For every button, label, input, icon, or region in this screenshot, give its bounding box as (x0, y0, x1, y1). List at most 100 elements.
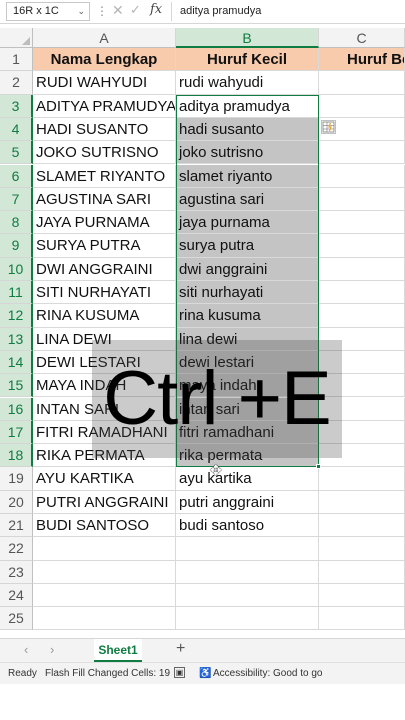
cell-c[interactable] (319, 211, 405, 235)
row-header[interactable]: 25 (0, 607, 33, 631)
cell-b[interactable]: budi santoso (176, 514, 319, 538)
cell-a[interactable]: AYU KARTIKA (33, 467, 176, 491)
row-header[interactable]: 7 (0, 187, 33, 212)
cell-c[interactable] (319, 234, 405, 258)
cell-b[interactable] (176, 583, 319, 608)
cell-b[interactable]: ayu kartika (176, 467, 319, 491)
cell-c[interactable] (319, 304, 405, 328)
status-accessibility[interactable]: Accessibility: Good to go (213, 668, 323, 679)
cell-c[interactable]: Huruf Be (319, 48, 405, 72)
flash-fill-options-button[interactable] (321, 120, 336, 134)
cell-b[interactable]: putri anggraini (176, 490, 319, 514)
cell-b[interactable]: rina kusuma (176, 304, 319, 328)
cell-a[interactable]: BUDI SANTOSO (33, 514, 176, 538)
cell-a[interactable]: RINA KUSUMA (33, 304, 176, 328)
more-options-icon[interactable]: ⋮ (96, 4, 108, 18)
chevron-down-icon[interactable]: ⌄ (77, 3, 85, 20)
row-header[interactable]: 18 (0, 444, 33, 468)
cell-b[interactable]: rudi wahyudi (176, 71, 319, 95)
row-header[interactable]: 12 (0, 304, 33, 328)
sheet-tab-sheet1[interactable]: Sheet1 (94, 639, 142, 663)
cell-c[interactable] (319, 141, 405, 165)
insert-function-icon[interactable]: fx (150, 2, 162, 17)
cell-a[interactable]: SLAMET RIYANTO (33, 164, 176, 188)
cell-b[interactable] (176, 607, 319, 631)
name-box[interactable]: 16R x 1C ⌄ (6, 2, 90, 21)
cell-a[interactable]: DWI ANGGRAINI (33, 257, 176, 281)
row-header[interactable]: 15 (0, 374, 33, 398)
cell-c[interactable] (319, 164, 405, 188)
cell-c[interactable] (319, 467, 405, 491)
cell-b[interactable]: aditya pramudya (176, 94, 319, 118)
row-header[interactable]: 8 (0, 211, 33, 235)
cell-a[interactable]: AGUSTINA SARI (33, 187, 176, 212)
cell-a[interactable] (33, 607, 176, 631)
row-header[interactable]: 16 (0, 397, 33, 421)
row-header[interactable]: 3 (0, 94, 33, 118)
fill-handle[interactable] (316, 464, 321, 470)
cell-c[interactable] (319, 537, 405, 561)
cell-a[interactable] (33, 583, 176, 608)
select-all-button[interactable] (0, 28, 33, 48)
accessibility-icon[interactable]: ♿ (199, 668, 211, 679)
row-header[interactable]: 23 (0, 560, 33, 584)
column-header-c[interactable]: C (319, 28, 405, 48)
row-header[interactable]: 4 (0, 117, 33, 142)
row-header[interactable]: 11 (0, 281, 33, 305)
cell-a[interactable]: JAYA PURNAMA (33, 211, 176, 235)
row-header[interactable]: 9 (0, 234, 33, 258)
cell-b[interactable]: joko sutrisno (176, 141, 319, 165)
cell-a[interactable]: SURYA PUTRA (33, 234, 176, 258)
cell-a[interactable]: HADI SUSANTO (33, 117, 176, 142)
cell-b[interactable]: dwi anggraini (176, 257, 319, 281)
row-header[interactable]: 22 (0, 537, 33, 561)
cell-c[interactable] (319, 257, 405, 281)
row-header[interactable]: 24 (0, 583, 33, 608)
confirm-icon[interactable]: ✓ (130, 2, 141, 18)
cell-b[interactable]: slamet riyanto (176, 164, 319, 188)
scroll-tabs-right-icon[interactable]: › (50, 642, 54, 657)
cell-a[interactable]: Nama Lengkap (33, 48, 176, 72)
cell-b[interactable]: Huruf Kecil (176, 48, 319, 72)
row-header[interactable]: 17 (0, 420, 33, 445)
row-header[interactable]: 5 (0, 141, 33, 165)
cell-c[interactable] (319, 583, 405, 608)
cell-b[interactable]: surya putra (176, 234, 319, 258)
column-header-a[interactable]: A (33, 28, 176, 48)
cell-a[interactable]: JOKO SUTRISNO (33, 141, 176, 165)
row-header[interactable]: 1 (0, 48, 33, 72)
row-header[interactable]: 13 (0, 327, 33, 351)
row-header[interactable]: 21 (0, 514, 33, 538)
cell-c[interactable] (319, 560, 405, 584)
row-header[interactable]: 6 (0, 164, 33, 188)
cell-a[interactable] (33, 560, 176, 584)
cell-c[interactable] (319, 71, 405, 95)
cell-c[interactable] (319, 281, 405, 305)
cell-b[interactable]: jaya purnama (176, 211, 319, 235)
cell-b[interactable] (176, 560, 319, 584)
cell-a[interactable]: SITI NURHAYATI (33, 281, 176, 305)
cell-a[interactable]: ADITYA PRAMUDYA (33, 94, 176, 118)
cell-b[interactable]: agustina sari (176, 187, 319, 212)
column-header-b[interactable]: B (176, 28, 319, 48)
cell-a[interactable]: RUDI WAHYUDI (33, 71, 176, 95)
cancel-icon[interactable]: ✕ (112, 2, 124, 19)
cell-b[interactable]: siti nurhayati (176, 281, 319, 305)
macro-record-icon[interactable]: ▣ (174, 667, 185, 678)
cell-a[interactable]: PUTRI ANGGRAINI (33, 490, 176, 514)
cell-c[interactable] (319, 187, 405, 212)
row-header[interactable]: 19 (0, 467, 33, 491)
cell-c[interactable] (319, 94, 405, 118)
formula-input[interactable]: aditya pramudya (171, 2, 405, 21)
scroll-tabs-left-icon[interactable]: ‹ (24, 642, 28, 657)
cell-c[interactable] (319, 490, 405, 514)
cell-b[interactable] (176, 537, 319, 561)
row-header[interactable]: 14 (0, 350, 33, 375)
cell-b[interactable]: hadi susanto (176, 117, 319, 142)
row-header[interactable]: 10 (0, 257, 33, 281)
cell-a[interactable] (33, 537, 176, 561)
row-header[interactable]: 2 (0, 71, 33, 95)
row-header[interactable]: 20 (0, 490, 33, 514)
cell-c[interactable] (319, 607, 405, 631)
cell-c[interactable] (319, 514, 405, 538)
